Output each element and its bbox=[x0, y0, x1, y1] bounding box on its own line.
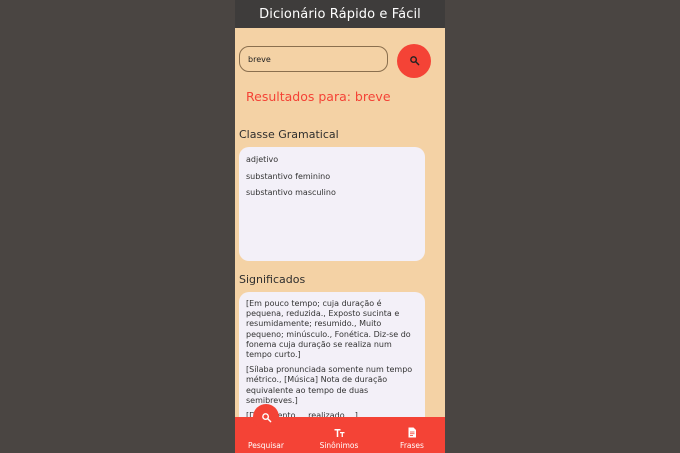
search-input[interactable] bbox=[239, 46, 388, 72]
search-icon bbox=[409, 54, 420, 69]
meaning-item: [Em pouco tempo; cuja duração é pequena,… bbox=[246, 299, 411, 360]
search-button[interactable] bbox=[397, 44, 431, 78]
phone-screen: Dicionário Rápido e Fácil Resultados par… bbox=[235, 0, 445, 453]
meaning-item: [Sílaba pronunciada somente num tempo mé… bbox=[246, 365, 413, 405]
nav-search-active[interactable] bbox=[253, 404, 279, 430]
app-title: Dicionário Rápido e Fácil bbox=[259, 6, 421, 22]
grammar-item: substantivo feminino bbox=[246, 171, 331, 181]
nav-item-sinonimos[interactable]: Sinônimos bbox=[313, 417, 365, 453]
results-title: Resultados para: breve bbox=[246, 89, 391, 104]
nav-label-frases: Frases bbox=[400, 441, 424, 450]
app-bar: Dicionário Rápido e Fácil bbox=[235, 0, 445, 28]
nav-item-frases[interactable]: Frases bbox=[390, 417, 434, 453]
nav-label-sinonimos: Sinônimos bbox=[319, 441, 359, 450]
grammar-item: adjetivo bbox=[246, 155, 279, 164]
grammar-card: adjetivo substantivo feminino substantiv… bbox=[239, 147, 425, 261]
nav-label-pesquisar: Pesquisar bbox=[248, 441, 284, 450]
text-size-icon bbox=[334, 428, 345, 438]
grammar-item: substantivo masculino bbox=[246, 188, 336, 197]
document-icon bbox=[407, 427, 417, 438]
meanings-heading: Significados bbox=[239, 273, 306, 286]
grammar-heading: Classe Gramatical bbox=[239, 128, 339, 141]
search-icon bbox=[261, 408, 272, 427]
